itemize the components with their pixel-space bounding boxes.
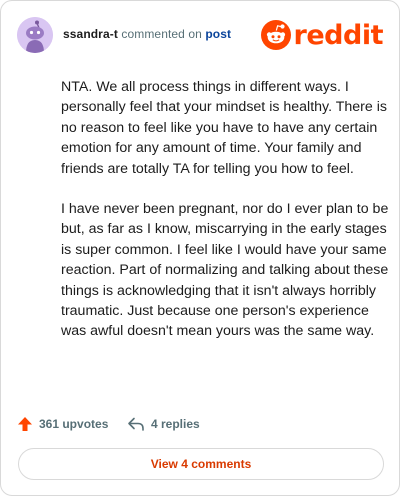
reddit-logo[interactable]: reddit xyxy=(260,19,384,51)
upvote-count: 361 upvotes xyxy=(39,417,109,431)
reply-arrow-icon xyxy=(128,417,144,431)
byline: ssandra-t commented on post xyxy=(63,27,231,41)
comment-actions: 361 upvotes 4 replies xyxy=(17,413,377,435)
reddit-wordmark: reddit xyxy=(293,19,384,51)
reply-button[interactable]: 4 replies xyxy=(127,413,200,435)
comment-paragraph-1: NTA. We all process things in different … xyxy=(61,79,387,177)
upvote-arrow-icon xyxy=(18,417,32,431)
comment-card: ssandra-t commented on post reddit NTA. … xyxy=(0,0,400,496)
upvote-button[interactable]: 361 upvotes xyxy=(17,413,108,435)
comment-body: NTA. We all process things in different … xyxy=(61,77,393,362)
avatar[interactable] xyxy=(17,17,53,53)
username[interactable]: ssandra-t xyxy=(63,27,118,41)
commented-on-text: commented on xyxy=(121,27,202,41)
view-comments-button[interactable]: View 4 comments xyxy=(18,448,384,480)
post-link[interactable]: post xyxy=(205,27,231,41)
comment-header: ssandra-t commented on post reddit xyxy=(17,15,384,55)
reddit-snoo-icon xyxy=(260,20,291,50)
comment-paragraph-2: I have never been pregnant, nor do I eve… xyxy=(61,201,389,340)
snoo-avatar-icon xyxy=(17,17,53,53)
reply-count: 4 replies xyxy=(151,417,200,431)
